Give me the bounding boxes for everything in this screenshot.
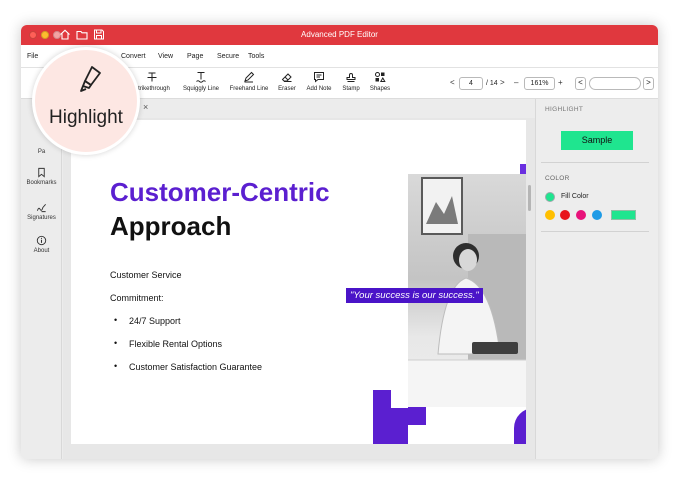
zoom-out-button[interactable]: – xyxy=(514,78,518,87)
paragraph-customer-service: Customer Service xyxy=(110,270,182,280)
decorative-purple-block xyxy=(373,408,408,444)
freehand-line-tool[interactable]: Freehand Line xyxy=(227,71,271,97)
shapes-tool[interactable]: Shapes xyxy=(367,71,393,97)
add-note-tool[interactable]: Add Note xyxy=(304,71,334,97)
menu-convert[interactable]: Convert xyxy=(121,53,146,60)
decorative-purple-block xyxy=(408,407,426,425)
menu-view[interactable]: View xyxy=(158,53,173,60)
sidebar-pages-label: Pa xyxy=(37,149,46,155)
squiggly-line-label: Squiggly Line xyxy=(182,86,220,92)
stamp-label: Stamp xyxy=(342,86,360,92)
shapes-icon xyxy=(375,72,386,82)
note-icon xyxy=(314,72,324,83)
highlight-properties-panel: HIGHLIGHT Sample COLOR Fill Color xyxy=(535,99,658,459)
window-title: Advanced PDF Editor xyxy=(301,30,378,39)
panel-divider xyxy=(541,162,649,163)
zoom-level-input[interactable]: 161% xyxy=(524,77,555,90)
page-heading-line1: Customer-Centric xyxy=(110,177,330,207)
search-next-button[interactable]: > xyxy=(643,77,654,90)
highlight-tool-callout[interactable]: Highlight xyxy=(32,47,140,155)
sidebar-item-bookmarks[interactable]: Bookmarks xyxy=(21,167,62,186)
menu-page[interactable]: Page xyxy=(187,53,203,60)
current-fill-color-swatch[interactable] xyxy=(611,210,636,220)
document-area: × Customer-Centric Approach Customer Ser… xyxy=(63,99,535,459)
sidebar-item-signatures[interactable]: Signatures xyxy=(21,202,62,221)
color-swatch-blue[interactable] xyxy=(592,210,602,220)
search-input[interactable] xyxy=(589,77,641,90)
signature-icon xyxy=(36,203,46,213)
eraser-label: Eraser xyxy=(278,86,296,92)
bullet-text: Flexible Rental Options xyxy=(129,339,223,349)
left-sidebar: Pa Bookmarks Signatures About xyxy=(21,99,62,459)
paragraph-commitment: Commitment: xyxy=(110,293,164,303)
quote-banner: "Your success is our success." xyxy=(346,288,483,303)
panel-title: HIGHLIGHT xyxy=(545,106,584,113)
decorative-purple-block xyxy=(373,390,391,408)
page-total: / 14 xyxy=(486,80,498,87)
search-prev-button[interactable]: < xyxy=(575,77,586,90)
shapes-label: Shapes xyxy=(369,86,391,92)
next-page-button[interactable]: > xyxy=(500,78,505,87)
highlight-sample-preview: Sample xyxy=(561,131,633,150)
sidebar-signatures-label: Signatures xyxy=(27,215,56,221)
fill-color-label: Fill Color xyxy=(561,193,589,200)
bullet-text: 24/7 Support xyxy=(129,316,181,326)
menu-file[interactable]: File xyxy=(27,53,38,60)
title-bar: Advanced PDF Editor xyxy=(21,25,658,45)
info-icon xyxy=(36,235,47,246)
sidebar-bookmarks-label: Bookmarks xyxy=(26,180,57,186)
highlight-callout-label: Highlight xyxy=(49,107,123,128)
stamp-icon xyxy=(346,73,356,82)
close-tab-icon[interactable]: × xyxy=(143,102,148,112)
decorative-purple-arc xyxy=(514,408,526,444)
bullet-text: Customer Satisfaction Guarantee xyxy=(129,362,263,372)
color-swatch-pink[interactable] xyxy=(576,210,586,220)
page-number-input[interactable]: 4 xyxy=(459,77,483,90)
sidebar-item-pages[interactable]: Pa xyxy=(21,147,62,155)
pen-icon xyxy=(244,71,255,83)
prev-page-button[interactable]: < xyxy=(450,78,455,87)
color-swatch-red[interactable] xyxy=(560,210,570,220)
eraser-tool[interactable]: Eraser xyxy=(275,71,299,97)
eraser-icon xyxy=(281,73,292,82)
bookmark-icon xyxy=(38,167,45,178)
page-heading-line2: Approach xyxy=(110,211,232,241)
add-note-label: Add Note xyxy=(306,86,332,92)
highlighter-icon xyxy=(80,66,101,92)
freehand-line-label: Freehand Line xyxy=(229,86,269,92)
panel-divider xyxy=(541,231,649,232)
pdf-page[interactable]: Customer-Centric Approach Customer Servi… xyxy=(71,120,526,444)
squiggly-line-icon xyxy=(196,72,206,83)
strikethrough-icon xyxy=(147,72,157,82)
sidebar-item-about[interactable]: About xyxy=(21,235,62,254)
color-swatch-yellow[interactable] xyxy=(545,210,555,220)
stamp-tool[interactable]: Stamp xyxy=(339,71,363,97)
sidebar-about-label: About xyxy=(33,248,50,254)
color-section-title: COLOR xyxy=(545,175,570,182)
menu-secure[interactable]: Secure xyxy=(217,53,239,60)
zoom-in-button[interactable]: + xyxy=(558,78,563,87)
squiggly-line-tool[interactable]: Squiggly Line xyxy=(179,71,223,97)
fill-color-radio[interactable] xyxy=(545,192,555,202)
menu-tools[interactable]: Tools xyxy=(248,53,264,60)
vertical-scrollbar[interactable] xyxy=(528,185,531,211)
